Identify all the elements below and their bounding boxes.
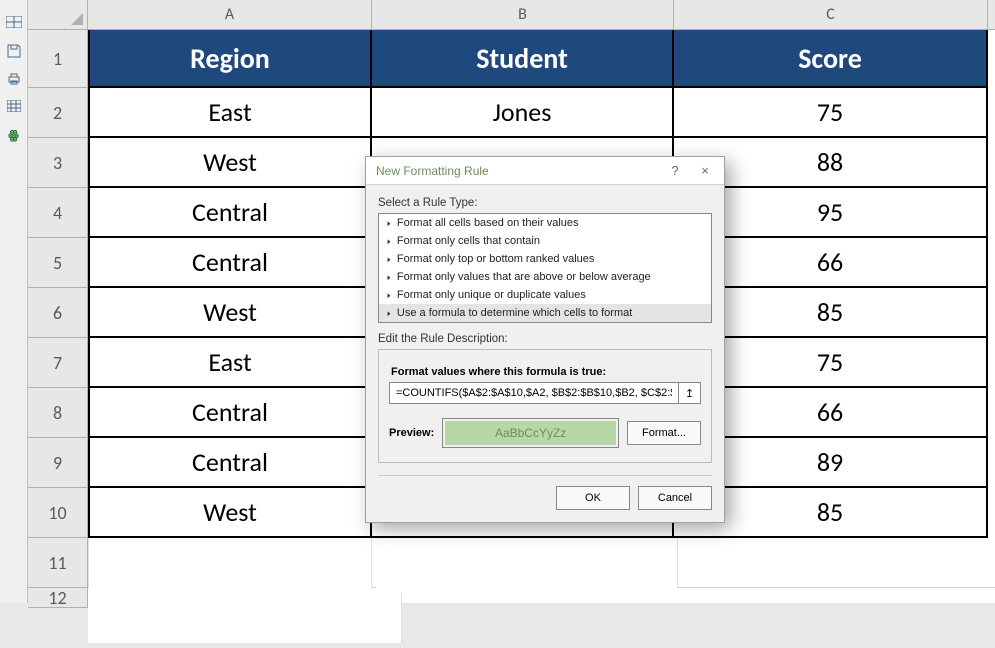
dialog-titlebar[interactable]: New Formatting Rule ? × xyxy=(366,157,724,185)
rule-type-item[interactable]: Format all cells based on their values xyxy=(379,214,711,232)
cell-region[interactable]: Central xyxy=(88,388,372,438)
column-header-a[interactable]: A xyxy=(88,0,372,30)
table-row: East Jones 75 xyxy=(88,88,995,138)
formula-input[interactable] xyxy=(390,383,678,403)
ok-button[interactable]: OK xyxy=(556,486,630,510)
cell-region[interactable]: Central xyxy=(88,438,372,488)
header-region[interactable]: Region xyxy=(88,30,372,88)
print-icon[interactable] xyxy=(6,72,22,86)
formula-input-wrap: ↥ xyxy=(389,382,701,404)
rule-type-item[interactable]: Format only cells that contain xyxy=(379,232,711,250)
close-button[interactable]: × xyxy=(690,160,720,182)
row-header-3[interactable]: 3 xyxy=(28,138,88,188)
cell-region[interactable]: East xyxy=(88,88,372,138)
row-header-5[interactable]: 5 xyxy=(28,238,88,288)
cell-student[interactable]: Jones xyxy=(372,88,674,138)
cell-region[interactable]: Central xyxy=(88,188,372,238)
save-icon[interactable] xyxy=(6,44,22,58)
range-picker-icon[interactable]: ↥ xyxy=(678,383,700,403)
column-header-blank[interactable] xyxy=(988,0,995,30)
row-header-4[interactable]: 4 xyxy=(28,188,88,238)
rule-type-item[interactable]: Format only unique or duplicate values xyxy=(379,286,711,304)
table-header-row: Region Student Score xyxy=(88,30,995,88)
preview-sample: AaBbCcYyZz xyxy=(442,418,619,448)
table-row-empty xyxy=(88,538,995,588)
select-all-corner[interactable] xyxy=(28,0,88,30)
select-rule-type-label: Select a Rule Type: xyxy=(378,197,712,209)
cancel-button[interactable]: Cancel xyxy=(638,486,712,510)
left-toolbar: ꙮ xyxy=(0,0,28,603)
cell-region[interactable]: West xyxy=(88,288,372,338)
rule-type-item[interactable]: Format only values that are above or bel… xyxy=(379,268,711,286)
row-header-2[interactable]: 2 xyxy=(28,88,88,138)
row-headers: 1 2 3 4 5 6 7 8 9 10 11 12 xyxy=(28,30,88,608)
formula-label: Format values where this formula is true… xyxy=(391,366,699,378)
column-header-b[interactable]: B xyxy=(372,0,674,30)
rule-type-list[interactable]: Format all cells based on their values F… xyxy=(378,213,712,323)
cell-region[interactable]: East xyxy=(88,338,372,388)
header-score[interactable]: Score xyxy=(674,30,988,88)
help-button[interactable]: ? xyxy=(660,160,690,182)
dialog-title: New Formatting Rule xyxy=(376,164,660,178)
row-header-12[interactable]: 12 xyxy=(28,588,88,608)
edit-rule-description-label: Edit the Rule Description: xyxy=(378,333,712,345)
cell-region[interactable]: Central xyxy=(88,238,372,288)
row-header-9[interactable]: 9 xyxy=(28,438,88,488)
column-headers: A B C xyxy=(88,0,995,30)
cell-region[interactable]: West xyxy=(88,138,372,188)
dialog-body: Select a Rule Type: Format all cells bas… xyxy=(366,185,724,522)
row-header-1[interactable]: 1 xyxy=(28,30,88,88)
empty-cell[interactable] xyxy=(88,593,402,643)
rule-type-item-selected[interactable]: Use a formula to determine which cells t… xyxy=(379,304,711,322)
cell-score[interactable]: 75 xyxy=(674,88,988,138)
column-header-c[interactable]: C xyxy=(674,0,988,30)
header-student[interactable]: Student xyxy=(372,30,674,88)
format-button[interactable]: Format... xyxy=(627,421,701,445)
row-header-7[interactable]: 7 xyxy=(28,338,88,388)
row-header-6[interactable]: 6 xyxy=(28,288,88,338)
row-header-8[interactable]: 8 xyxy=(28,388,88,438)
preview-label: Preview: xyxy=(389,427,434,439)
row-header-10[interactable]: 10 xyxy=(28,488,88,538)
row-header-11[interactable]: 11 xyxy=(28,538,88,588)
binoculars-icon[interactable]: ꙮ xyxy=(6,128,22,142)
grid-icon[interactable] xyxy=(6,100,22,114)
dialog-footer: OK Cancel xyxy=(378,475,712,512)
empty-cell[interactable] xyxy=(88,538,372,588)
empty-cell[interactable] xyxy=(376,538,678,588)
cell-region[interactable]: West xyxy=(88,488,372,538)
new-formatting-rule-dialog: New Formatting Rule ? × Select a Rule Ty… xyxy=(365,156,725,523)
rule-type-item[interactable]: Format only top or bottom ranked values xyxy=(379,250,711,268)
doc-grid-icon[interactable] xyxy=(6,16,22,30)
